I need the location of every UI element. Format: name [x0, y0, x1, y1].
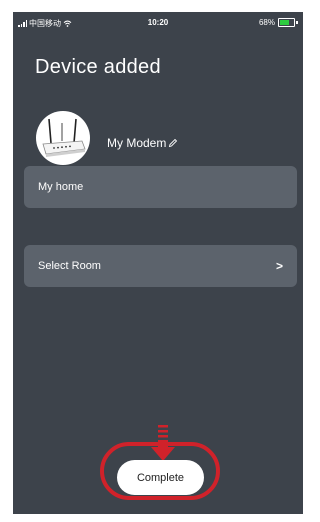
status-right: 68% [259, 18, 298, 27]
battery-icon [278, 18, 295, 27]
status-bar: 中国移动 10:20 68% [13, 12, 303, 36]
complete-button[interactable]: Complete [117, 460, 204, 495]
home-label: My home [38, 181, 84, 193]
chevron-right-icon: > [275, 259, 283, 273]
home-row[interactable]: My home [24, 166, 297, 208]
device-name-editor[interactable]: My Modem [107, 136, 178, 150]
select-room-label: Select Room [38, 260, 101, 272]
battery-tip [296, 21, 298, 24]
pencil-icon[interactable] [168, 138, 178, 148]
device-avatar [36, 111, 90, 165]
select-room-row[interactable]: Select Room > [24, 245, 297, 287]
modem-icon [42, 118, 86, 157]
page-title: Device added [35, 56, 161, 78]
battery-percent: 68% [258, 18, 275, 27]
phone-screen: 中国移动 10:20 68% Device added My Modem My … [13, 12, 303, 514]
device-name-label: My Modem [107, 136, 167, 150]
